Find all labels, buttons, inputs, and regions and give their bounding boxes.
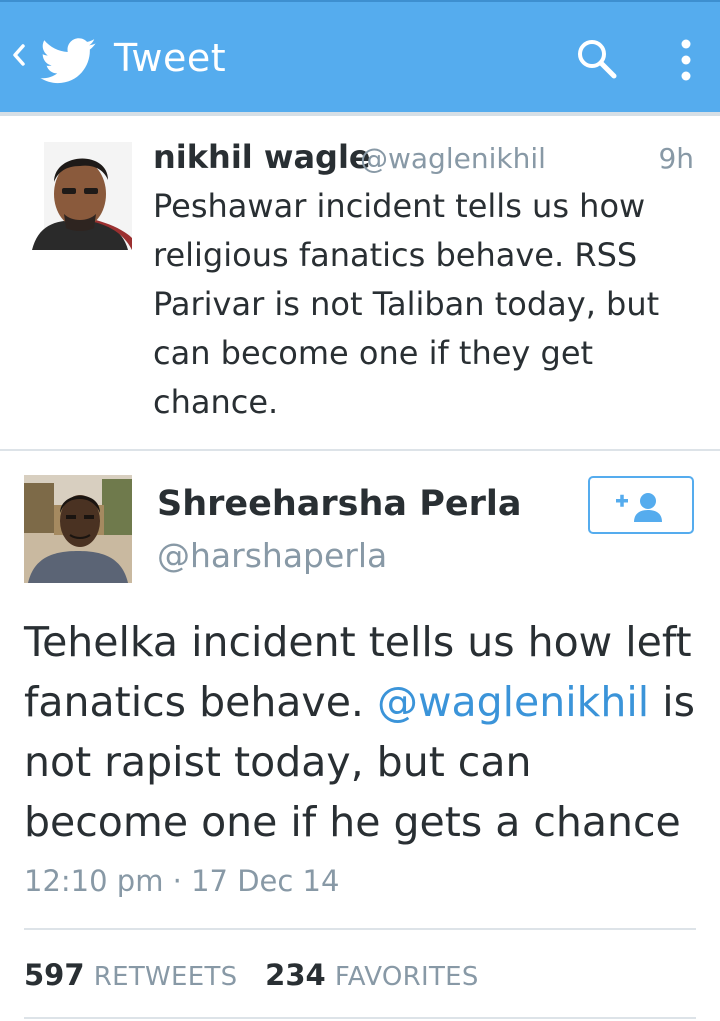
retweets-count: 597 [24,958,85,992]
tweet-timestamp: 12:10 pm · 17 Dec 14 [24,864,340,898]
author-handle[interactable]: @harshaperla [157,536,387,575]
more-vertical-icon[interactable] [672,36,700,84]
chevron-left-icon[interactable] [8,40,30,70]
tweet-time: 9h [658,142,694,175]
add-user-icon [616,493,662,522]
search-icon[interactable] [574,36,620,82]
header-divider [0,112,720,116]
divider [24,1017,696,1019]
twitter-bird-icon[interactable] [40,38,96,84]
divider [0,449,720,451]
author-name[interactable]: Shreeharsha Perla [157,484,521,524]
retweets-label: RETWEETS [93,962,238,992]
tweet-text: Tehelka incident tells us how left fanat… [24,612,704,852]
tweet-text: Peshawar incident tells us how religious… [153,187,660,421]
top-app-bar: Tweet [0,0,720,112]
avatar[interactable] [24,142,132,250]
favorites-count: 234 [265,958,326,992]
author-name[interactable]: nikhil wagle [153,138,371,176]
favorites-stat[interactable]: 234 FAVORITES [265,958,479,992]
page-title: Tweet [114,36,227,80]
tweet-stats: 597 RETWEETS 234 FAVORITES [24,958,479,992]
author-handle[interactable]: @waglenikhil [360,142,546,175]
divider [24,928,696,930]
mention-link[interactable]: @waglenikhil [377,678,649,726]
avatar[interactable] [24,475,132,583]
follow-button[interactable] [588,476,694,534]
retweets-stat[interactable]: 597 RETWEETS [24,958,238,992]
favorites-label: FAVORITES [334,962,479,992]
